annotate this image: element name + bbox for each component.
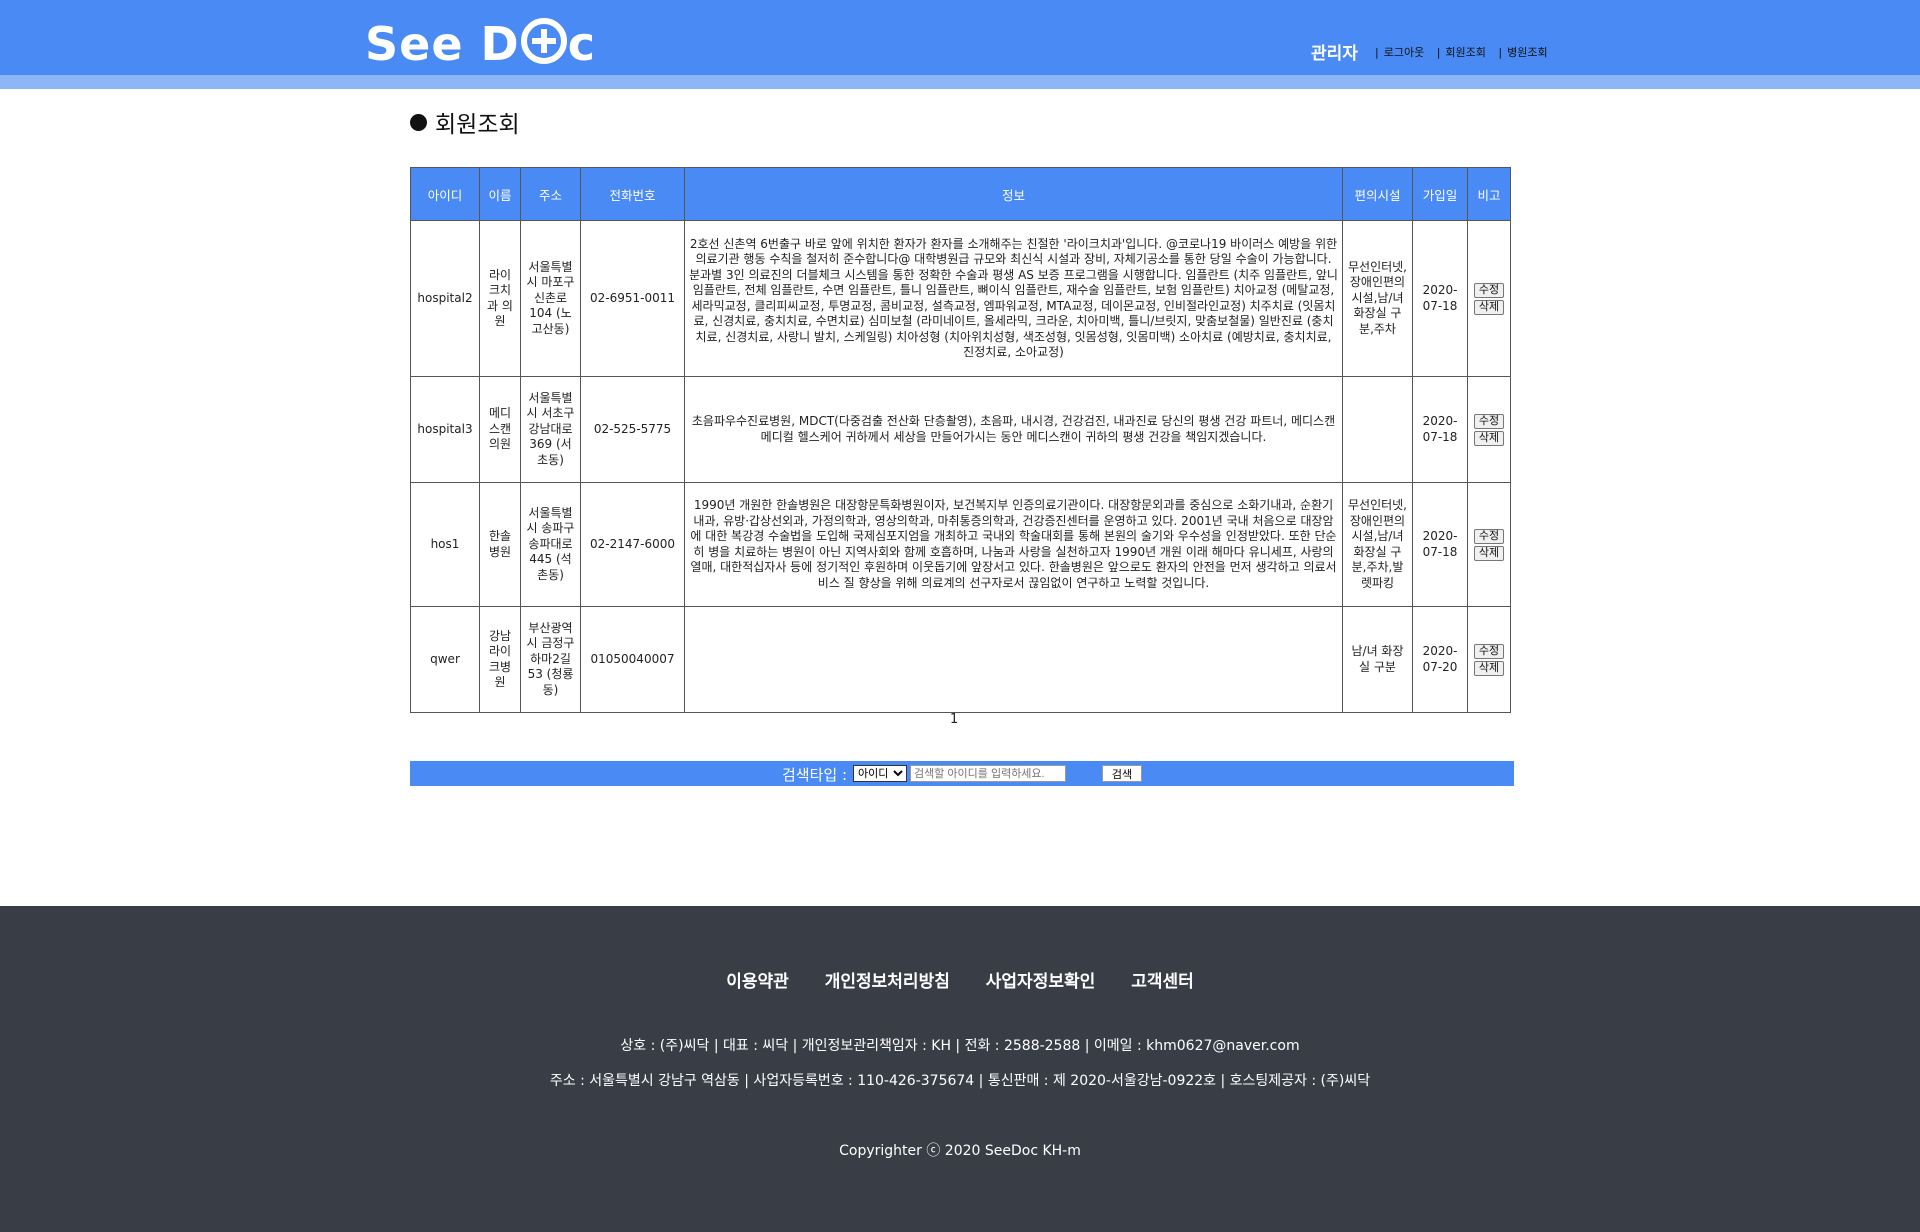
top-header: See Dc 관리자 | 로그아웃 | 회원조회 | 병원조회: [0, 0, 1920, 75]
cell-id: hospital3: [410, 376, 480, 483]
cell-joined: 2020-07-20: [1412, 606, 1468, 713]
page-title: 회원조회: [410, 105, 520, 139]
col-header-id: 아이디: [410, 167, 480, 221]
cell-actions: 수정 삭제: [1467, 376, 1511, 483]
table-row: hos1 한솔병원 서울특별시 송파구 송파대로 445 (석촌동) 02-21…: [410, 482, 1511, 607]
table-row: hospital2 라이크치과 의원 서울특별시 마포구 신촌로 104 (노고…: [410, 220, 1511, 377]
member-list-link[interactable]: 회원조회: [1445, 46, 1485, 59]
delete-button[interactable]: 삭제: [1474, 430, 1504, 446]
cell-address: 서울특별시 마포구 신촌로 104 (노고산동): [520, 220, 581, 377]
col-header-note: 비고: [1467, 167, 1511, 221]
cell-actions: 수정 삭제: [1467, 482, 1511, 607]
cell-name: 메디스캔의원: [479, 376, 521, 483]
company-info: 상호 : (주)씨닥 | 대표 : 씨닥 | 개인정보관리책임자 : KH | …: [620, 1038, 1300, 1054]
cell-id: hospital2: [410, 220, 480, 377]
cell-actions: 수정 삭제: [1467, 220, 1511, 377]
cell-joined: 2020-07-18: [1412, 376, 1468, 483]
delete-button[interactable]: 삭제: [1474, 660, 1504, 676]
col-header-name: 이름: [479, 167, 521, 221]
col-header-info: 정보: [684, 167, 1343, 221]
cell-name: 한솔병원: [479, 482, 521, 607]
cell-phone: 02-525-5775: [580, 376, 685, 483]
medical-cross-icon: [520, 18, 567, 64]
search-input[interactable]: [910, 765, 1066, 782]
header-nav: | 로그아웃 | 회원조회 | 병원조회: [1375, 46, 1548, 59]
admin-label: 관리자: [1311, 44, 1358, 64]
edit-button[interactable]: 수정: [1474, 282, 1504, 298]
page-title-text: 회원조회: [435, 112, 520, 138]
cell-phone: 01050040007: [580, 606, 685, 713]
business-info-link[interactable]: 사업자정보확인: [986, 972, 1095, 992]
col-header-facilities: 편의시설: [1342, 167, 1413, 221]
cell-address: 부산광역시 금정구 하마2길 53 (청룡동): [520, 606, 581, 713]
edit-button[interactable]: 수정: [1474, 528, 1504, 544]
col-header-phone: 전화번호: [580, 167, 685, 221]
privacy-link[interactable]: 개인정보처리방침: [825, 972, 950, 992]
footer: 이용약관 개인정보처리방침 사업자정보확인 고객센터 상호 : (주)씨닥 | …: [0, 906, 1920, 1232]
search-type-select[interactable]: 아이디: [853, 765, 907, 782]
table-header-row: 아이디 이름 주소 전화번호 정보 편의시설 가입일 비고: [410, 167, 1511, 221]
cell-facilities: 남/녀 화장실 구분: [1342, 606, 1413, 713]
edit-button[interactable]: 수정: [1474, 643, 1504, 659]
col-header-joined: 가입일: [1412, 167, 1468, 221]
col-header-address: 주소: [520, 167, 581, 221]
cell-name: 라이크치과 의원: [479, 220, 521, 377]
hospital-list-link[interactable]: 병원조회: [1507, 46, 1547, 59]
cell-joined: 2020-07-18: [1412, 220, 1468, 377]
cell-info: 2호선 신촌역 6번출구 바로 앞에 위치한 환자가 환자를 소개해주는 친절한…: [684, 220, 1343, 377]
delete-button[interactable]: 삭제: [1474, 299, 1504, 315]
member-table: 아이디 이름 주소 전화번호 정보 편의시설 가입일 비고 hospital2 …: [410, 167, 1511, 713]
table-row: qwer 강남라이크병원 부산광역시 금정구 하마2길 53 (청룡동) 010…: [410, 606, 1511, 713]
search-bar: 검색타입 : 아이디 검색: [410, 761, 1514, 786]
header-band: [0, 75, 1920, 89]
cell-joined: 2020-07-18: [1412, 482, 1468, 607]
cell-actions: 수정 삭제: [1467, 606, 1511, 713]
cell-facilities: 무선인터넷,장애인편의시설,남/녀 화장실 구분,주차,발렛파킹: [1342, 482, 1413, 607]
cell-info: 초음파우수진료병원, MDCT(다중검출 전산화 단층촬영), 초음파, 내시경…: [684, 376, 1343, 483]
cell-address: 서울특별시 송파구 송파대로 445 (석촌동): [520, 482, 581, 607]
cell-id: hos1: [410, 482, 480, 607]
company-address: 주소 : 서울특별시 강남구 역삼동 | 사업자등록번호 : 110-426-3…: [549, 1073, 1371, 1089]
search-button[interactable]: 검색: [1102, 765, 1142, 782]
copyright: Copyrighter ⓒ 2020 SeeDoc KH-m: [839, 1143, 1081, 1159]
cell-id: qwer: [410, 606, 480, 713]
delete-button[interactable]: 삭제: [1474, 545, 1504, 561]
seedoc-logo[interactable]: See Dc: [365, 14, 596, 74]
cell-info: [684, 606, 1343, 713]
cell-name: 강남라이크병원: [479, 606, 521, 713]
cell-facilities: 무선인터넷,장애인편의시설,남/녀 화장실 구분,주차: [1342, 220, 1413, 377]
logout-link[interactable]: 로그아웃: [1384, 46, 1424, 59]
cell-address: 서울특별시 서초구 강남대로 369 (서초동): [520, 376, 581, 483]
cell-info: 1990년 개원한 한솔병원은 대장항문특화병원이자, 보건복지부 인증의료기관…: [684, 482, 1343, 607]
edit-button[interactable]: 수정: [1474, 413, 1504, 429]
bullet-icon: [410, 114, 427, 131]
search-type-label: 검색타입 :: [782, 766, 848, 784]
page-number[interactable]: 1: [950, 712, 958, 727]
customer-center-link[interactable]: 고객센터: [1131, 972, 1194, 992]
terms-link[interactable]: 이용약관: [726, 972, 789, 992]
table-row: hospital3 메디스캔의원 서울특별시 서초구 강남대로 369 (서초동…: [410, 376, 1511, 483]
footer-links: 이용약관 개인정보처리방침 사업자정보확인 고객센터: [0, 967, 1920, 992]
cell-phone: 02-2147-6000: [580, 482, 685, 607]
cell-facilities: [1342, 376, 1413, 483]
cell-phone: 02-6951-0011: [580, 220, 685, 377]
